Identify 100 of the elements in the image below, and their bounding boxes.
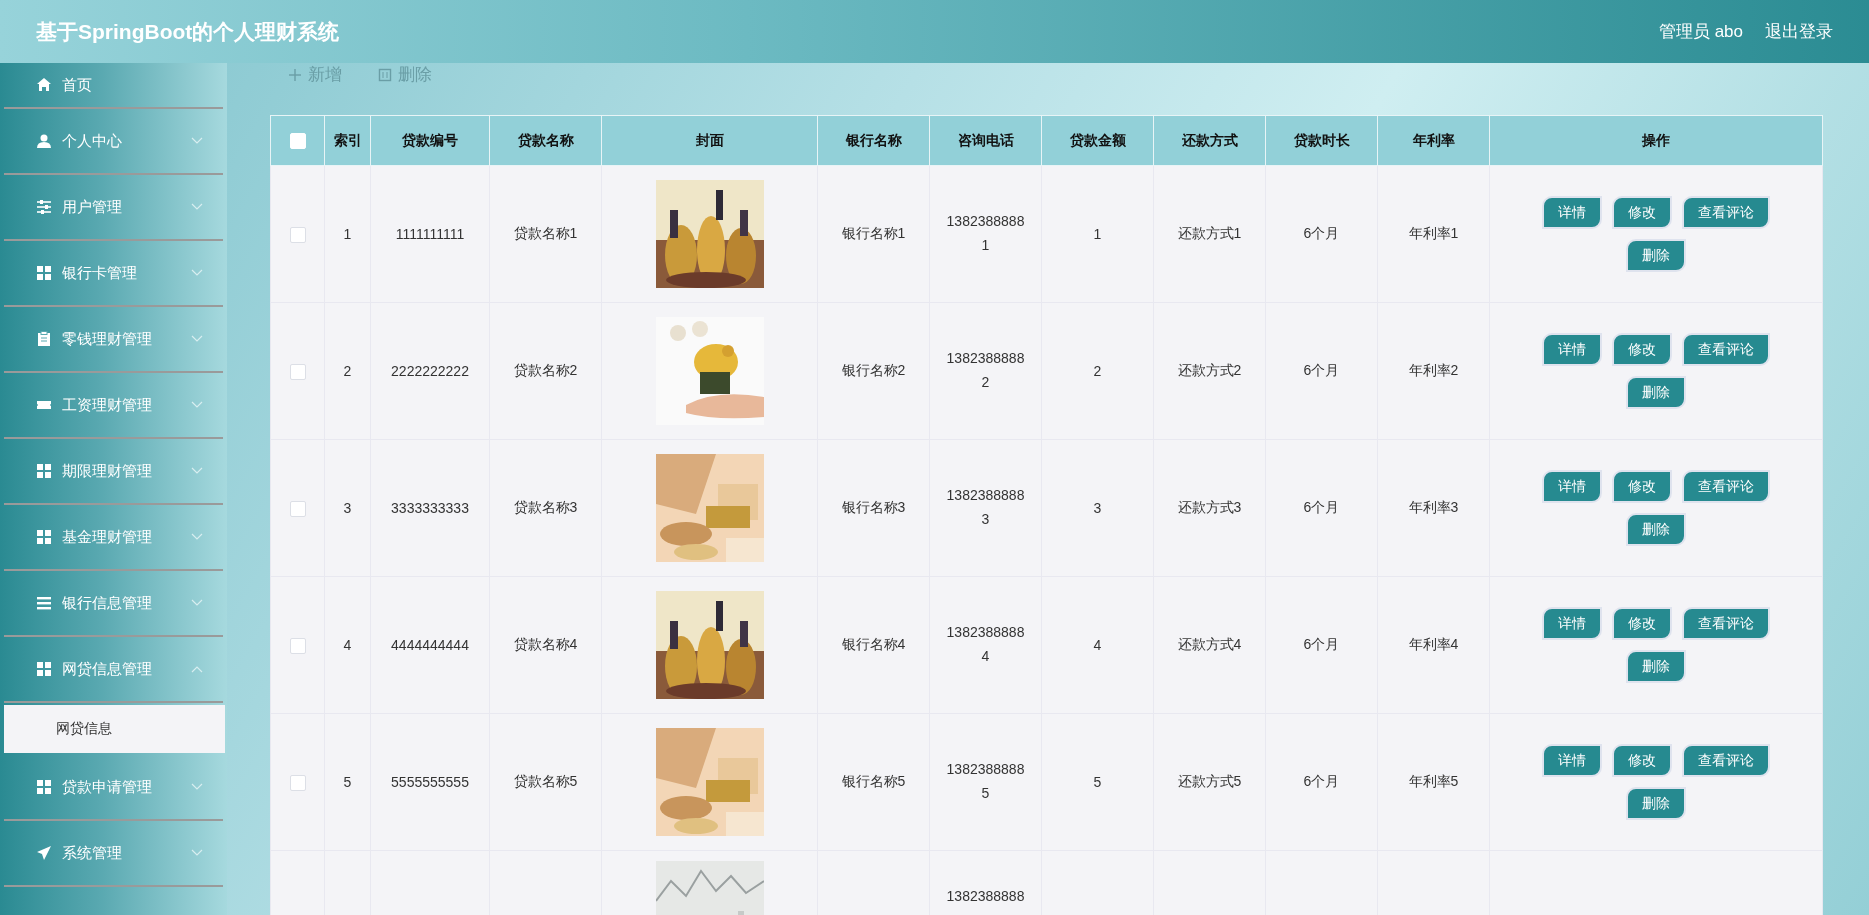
sidebar-item[interactable]: 基金理财管理 bbox=[4, 505, 223, 571]
column-header: 咨询电话 bbox=[957, 131, 1014, 148]
action-button[interactable]: 查看评论 bbox=[1682, 196, 1770, 229]
grid-icon bbox=[36, 661, 52, 677]
action-button[interactable]: 删除 bbox=[1626, 787, 1686, 820]
action-button[interactable]: 查看评论 bbox=[1682, 744, 1770, 777]
table-cell: 银行名称4 bbox=[841, 636, 906, 652]
action-button[interactable]: 详情 bbox=[1542, 470, 1602, 503]
action-button[interactable]: 详情 bbox=[1542, 607, 1602, 640]
table-cell: 3 bbox=[343, 500, 352, 516]
table-cell: 2 bbox=[343, 363, 352, 379]
action-button[interactable]: 查看评论 bbox=[1682, 607, 1770, 640]
grid-icon bbox=[36, 265, 52, 281]
app-title: 基于SpringBoot的个人理财系统 bbox=[36, 18, 340, 45]
table-cell: 2222222222 bbox=[391, 363, 469, 379]
trash-icon bbox=[378, 67, 392, 82]
grid-icon bbox=[36, 463, 52, 479]
action-button[interactable]: 修改 bbox=[1612, 744, 1672, 777]
table-cell: 银行名称5 bbox=[841, 773, 906, 789]
send-icon bbox=[36, 845, 52, 861]
table-cell: 6个月 bbox=[1303, 362, 1340, 378]
table-cell-text: 13823888882 bbox=[946, 349, 1025, 392]
column-header: 贷款编号 bbox=[402, 131, 458, 148]
sidebar-item[interactable]: 贷款申请管理 bbox=[4, 755, 223, 821]
sidebar-item[interactable]: 个人中心 bbox=[4, 109, 223, 175]
chevron-down-icon bbox=[191, 599, 203, 607]
table-cell-text: 1382388888 bbox=[946, 887, 1025, 906]
column-header: 操作 bbox=[1642, 131, 1670, 148]
table-cell-text: 13823888884 bbox=[946, 623, 1025, 666]
user-icon bbox=[36, 133, 52, 149]
plus-icon bbox=[288, 67, 302, 82]
table-cell: 1 bbox=[1093, 226, 1102, 242]
checkbox[interactable] bbox=[289, 500, 306, 517]
action-button[interactable]: 详情 bbox=[1542, 744, 1602, 777]
sidebar-item[interactable]: 首页 bbox=[4, 63, 223, 109]
table-cell: 4 bbox=[1093, 637, 1102, 653]
table-cell: 还款方式5 bbox=[1177, 773, 1242, 789]
sidebar-item[interactable]: 用户管理 bbox=[4, 175, 223, 241]
submenu-item[interactable]: 网贷信息 bbox=[4, 705, 225, 753]
action-button[interactable]: 删除 bbox=[1626, 650, 1686, 683]
table-cell: 3333333333 bbox=[391, 500, 469, 516]
table-cell: 6个月 bbox=[1303, 636, 1340, 652]
sidebar-item[interactable]: 期限理财管理 bbox=[4, 439, 223, 505]
column-header: 银行名称 bbox=[845, 131, 902, 148]
table-cell: 5 bbox=[343, 774, 352, 790]
sidebar-item[interactable]: 银行卡管理 bbox=[4, 241, 223, 307]
sidebar-item[interactable]: 网贷信息管理 bbox=[4, 637, 223, 703]
action-button[interactable]: 修改 bbox=[1612, 470, 1672, 503]
checkbox[interactable] bbox=[289, 226, 306, 243]
table-cell: 银行名称3 bbox=[841, 499, 906, 515]
action-button[interactable]: 修改 bbox=[1612, 196, 1672, 229]
table-cell: 还款方式3 bbox=[1177, 499, 1242, 515]
action-button[interactable]: 修改 bbox=[1612, 333, 1672, 366]
action-button[interactable]: 删除 bbox=[1626, 513, 1686, 546]
action-button[interactable]: 删除 bbox=[1626, 239, 1686, 272]
table-cell: 1 bbox=[343, 226, 352, 242]
action-button[interactable]: 详情 bbox=[1542, 333, 1602, 366]
table-cell: 还款方式2 bbox=[1177, 362, 1242, 378]
table-cell: 4 bbox=[343, 637, 352, 653]
table-cell: 6个月 bbox=[1303, 499, 1340, 515]
column-header: 封面 bbox=[695, 131, 724, 148]
column-header: 贷款金额 bbox=[1069, 131, 1126, 148]
action-button[interactable]: 修改 bbox=[1612, 607, 1672, 640]
chevron-down-icon bbox=[191, 335, 203, 343]
column-header: 贷款名称 bbox=[517, 131, 574, 148]
grid-icon bbox=[36, 529, 52, 545]
sidebar-item[interactable]: 银行信息管理 bbox=[4, 571, 223, 637]
chevron-down-icon bbox=[191, 783, 203, 791]
grid-icon bbox=[36, 779, 52, 795]
table-cell: 4444444444 bbox=[391, 637, 469, 653]
logout-link[interactable]: 退出登录 bbox=[1765, 20, 1833, 43]
sidebar-item[interactable]: 系统管理 bbox=[4, 821, 223, 887]
chevron-down-icon bbox=[191, 401, 203, 409]
sidebar-item[interactable]: 工资理财管理 bbox=[4, 373, 223, 439]
table-cell-text: 13823888883 bbox=[946, 486, 1025, 529]
table-cell: 还款方式1 bbox=[1177, 225, 1242, 241]
checkbox[interactable] bbox=[289, 774, 306, 791]
table-cell: 贷款名称3 bbox=[513, 499, 578, 515]
column-header: 年利率 bbox=[1412, 131, 1455, 148]
chevron-down-icon bbox=[191, 849, 203, 857]
action-button[interactable]: 详情 bbox=[1542, 196, 1602, 229]
table-cell: 5555555555 bbox=[391, 774, 469, 790]
action-button[interactable]: 查看评论 bbox=[1682, 333, 1770, 366]
table-cell: 年利率1 bbox=[1408, 225, 1459, 241]
table-cell: 年利率4 bbox=[1408, 636, 1459, 652]
table-cell: 1111111111 bbox=[395, 226, 465, 242]
checkbox[interactable] bbox=[289, 637, 306, 654]
column-header: 贷款时长 bbox=[1293, 131, 1350, 148]
chevron-down-icon bbox=[191, 467, 203, 475]
table-cell: 6个月 bbox=[1303, 225, 1340, 241]
table-cell: 2 bbox=[1093, 363, 1102, 379]
action-button[interactable]: 查看评论 bbox=[1682, 470, 1770, 503]
action-button[interactable]: 删除 bbox=[1626, 376, 1686, 409]
column-header: 还款方式 bbox=[1181, 131, 1238, 148]
table-cell-text: 13823888885 bbox=[946, 760, 1025, 803]
table-cell: 银行名称1 bbox=[841, 225, 906, 241]
sidebar-item[interactable]: 零钱理财管理 bbox=[4, 307, 223, 373]
table-cell: 贷款名称5 bbox=[513, 773, 578, 789]
table-cell: 贷款名称1 bbox=[513, 225, 578, 241]
checkbox[interactable] bbox=[289, 363, 306, 380]
